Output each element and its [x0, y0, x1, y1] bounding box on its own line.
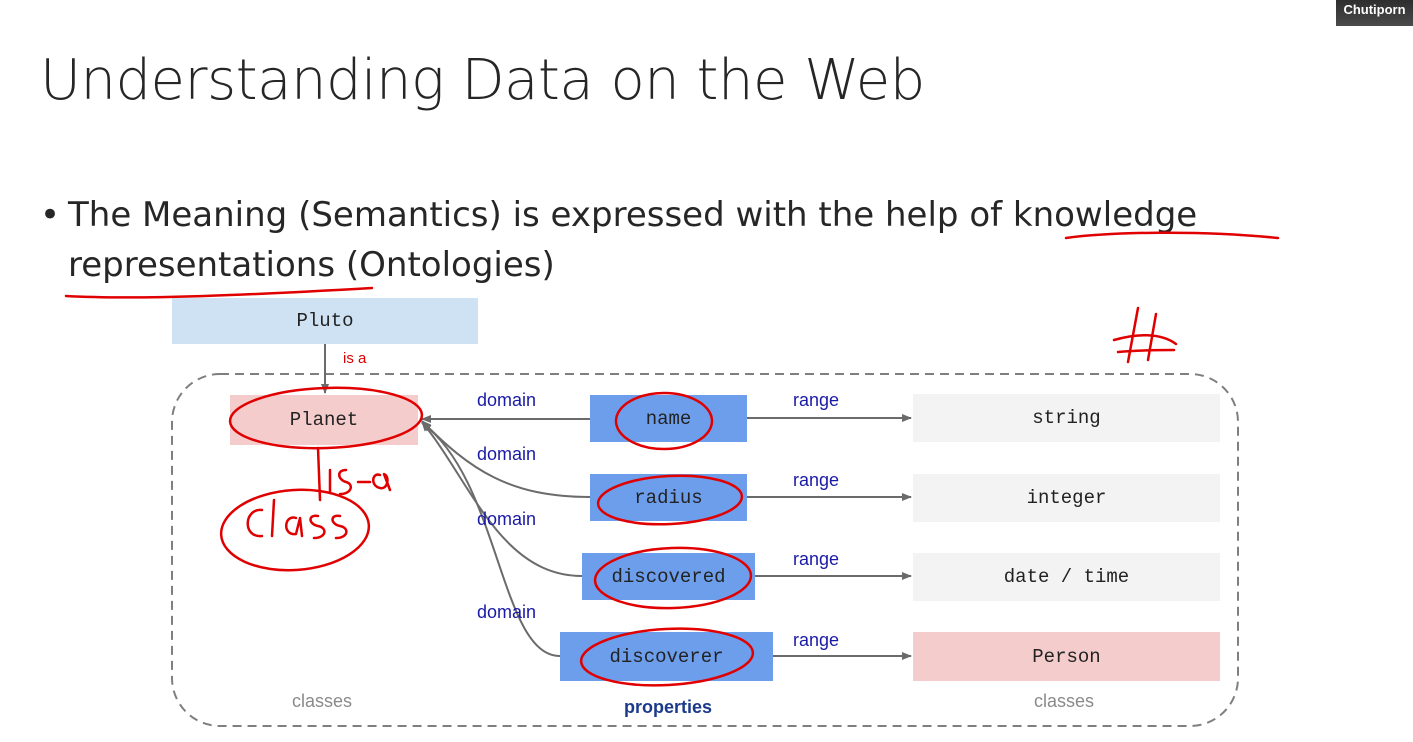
circle-discoverer	[579, 627, 755, 687]
underline-knowledge	[1064, 231, 1280, 240]
circle-planet	[228, 386, 424, 450]
circle-class	[219, 488, 371, 572]
circle-radius	[596, 474, 744, 526]
is-a-stroke	[316, 446, 322, 502]
hash-mark	[1112, 306, 1178, 364]
handwritten-class	[246, 498, 348, 540]
handwritten-annotations	[64, 231, 1280, 687]
underline-representations	[64, 286, 374, 299]
handwritten-is-a	[328, 468, 392, 496]
circle-name	[614, 391, 714, 451]
circle-discovered	[593, 546, 753, 610]
